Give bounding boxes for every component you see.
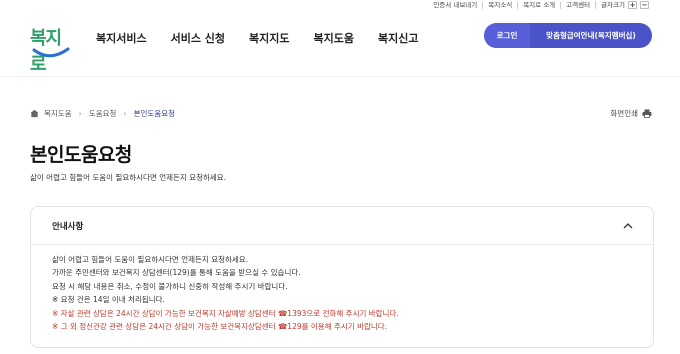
notice-line: ※ 요청 건은 14일 이내 처리됩니다. [52,295,165,305]
main-nav: 복지서비스 서비스 신청 복지지도 복지도움 복지신고 [96,30,443,46]
printer-icon [642,109,652,118]
login-button[interactable]: 로그인 [484,23,530,48]
chevron-up-icon[interactable] [623,222,633,229]
nav-service-apply[interactable]: 서비스 신청 [171,30,225,46]
notice-body: 삶이 어렵고 힘들어 도움이 필요하시다면 언제든지 요청하세요. 가까운 주민… [31,245,653,341]
breadcrumb: 복지도움 › 도움요청 › 본인도움요청 [30,108,175,119]
util-link-news[interactable]: 복지소식 [482,1,517,9]
notice-warning-line: ※ 그 외 정신건강 관련 상담은 24시간 상담이 가능한 보건복지상담센터 … [52,322,388,332]
util-link-cert-export[interactable]: 인증서 내보내기 [428,1,482,9]
notice-heading: 안내사항 [52,221,84,232]
header-button-group: 로그인 맞춤형급여안내(복지멤버십) [484,23,652,48]
notice-line: 요청 시 해당 내용은 취소, 수정이 불가하니 신중히 작성해 주시기 바랍니… [52,281,288,291]
print-button[interactable]: 화면인쇄 [610,108,652,119]
logo-swoosh-icon [32,47,70,58]
page-title: 본인도움요청 [30,144,132,166]
font-size-plus-button[interactable]: + [628,1,637,9]
nav-welfare-service[interactable]: 복지서비스 [96,30,147,46]
breadcrumb-current: 본인도움요청 [133,109,176,118]
font-size-control: 글자크기 + − [595,1,654,9]
utility-bar: 인증서 내보내기 복지소식 복지로 소개 고객센터 글자크기 + − [428,0,654,10]
font-size-label: 글자크기 [601,0,625,9]
nav-welfare-map[interactable]: 복지지도 [249,30,289,46]
notice-line: 가까운 주민센터와 보건복지 상담센터(129)를 통해 도움을 받으실 수 있… [52,268,301,278]
header-divider [0,76,680,77]
page-description: 삶이 어렵고 힘들어 도움이 필요하시다면 언제든지 요청하세요. [30,173,227,182]
home-icon[interactable] [30,109,39,118]
chevron-right-icon: › [123,109,127,118]
util-link-about[interactable]: 복지로 소개 [517,1,560,9]
chevron-right-icon: › [78,109,82,118]
font-size-minus-button[interactable]: − [640,1,649,9]
site-logo[interactable]: 복지로 [30,24,76,75]
breadcrumb-item[interactable]: 복지도움 [44,108,72,119]
nav-welfare-help[interactable]: 복지도움 [314,30,354,46]
notice-panel-header[interactable]: 안내사항 [31,207,653,245]
print-label: 화면인쇄 [610,109,638,118]
util-link-customer-center[interactable]: 고객센터 [560,1,595,9]
notice-warning-line: ※ 자살 관련 상담은 24시간 상담이 가능한 보건복지 자살예방 상담센터 … [52,308,399,318]
nav-welfare-report[interactable]: 복지신고 [378,30,418,46]
breadcrumb-item[interactable]: 도움요청 [89,108,117,119]
membership-button[interactable]: 맞춤형급여안내(복지멤버십) [530,30,652,41]
notice-panel: 안내사항 삶이 어렵고 힘들어 도움이 필요하시다면 언제든지 요청하세요. 가… [30,206,654,348]
notice-line: 삶이 어렵고 힘들어 도움이 필요하시다면 언제든지 요청하세요. [52,255,249,264]
